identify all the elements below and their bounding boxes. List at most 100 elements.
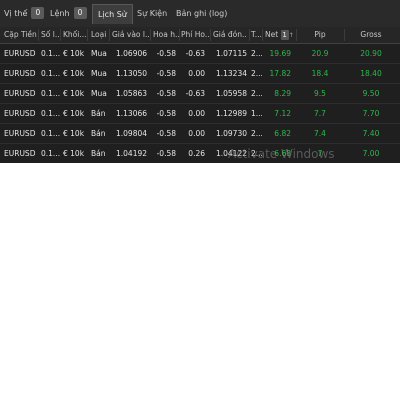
cell-time: 2... (251, 89, 262, 98)
cell-swap: 0.00 (188, 109, 205, 118)
tab-label: Bản ghi (log) (176, 9, 228, 18)
cell-lots: 0.1... (41, 69, 60, 78)
cell-net: 8.29 (274, 89, 291, 98)
cell-pip: 18.4 (311, 69, 329, 78)
column-header-commission[interactable]: Hoa h... (153, 27, 179, 43)
sort-indicator-badge: 1 (280, 30, 289, 40)
cell-close-price: 1.12989 (215, 109, 247, 118)
column-header-entry-price[interactable]: Giá vào l... (112, 27, 149, 43)
cell-gross: 20.90 (360, 49, 382, 58)
tab-bar: Vị thế 0 Lệnh 0 Lịch Sử Sự Kiện Bản ghi (l… (0, 0, 400, 28)
cell-entry-price: 1.04192 (116, 149, 147, 158)
cell-pip: 7.7 (314, 109, 326, 118)
tab-orders[interactable]: Lệnh 0 (50, 4, 87, 23)
cell-symbol: EURUSD (4, 89, 36, 98)
cell-type: Mua (91, 49, 107, 58)
cell-swap: -0.63 (185, 89, 205, 98)
cell-lots: 0.1... (41, 89, 60, 98)
table-row[interactable]: EURUSD 0.1... € 10k Bán 1.04192 -0.58 0.26 1.04… (0, 144, 400, 163)
column-header-time[interactable]: T... (251, 27, 262, 43)
cell-volume: € 10k (63, 149, 85, 158)
cell-gross: 18.40 (360, 69, 382, 78)
tab-log[interactable]: Bản ghi (log) (176, 4, 227, 23)
tab-history[interactable]: Lịch Sử (92, 4, 133, 24)
column-header-pip[interactable]: Pip (300, 27, 340, 43)
cell-commission: -0.58 (156, 149, 176, 158)
cell-type: Bán (91, 109, 106, 118)
cell-pip: 9.5 (314, 89, 326, 98)
cell-net: 19.69 (269, 49, 291, 58)
column-header-close-price[interactable]: Giá đón... (213, 27, 247, 43)
cell-pip: 7.4 (314, 129, 326, 138)
cell-swap: 0.00 (188, 69, 205, 78)
cell-commission: -0.58 (156, 49, 176, 58)
cell-net: 17.82 (269, 69, 291, 78)
table-row[interactable]: EURUSD 0.1... € 10k Bán 1.09804 -0.58 0.00 1.09… (0, 124, 400, 144)
cell-type: Mua (91, 69, 107, 78)
table-row[interactable]: EURUSD 0.1... € 10k Mua 1.06906 -0.58 -0.63 1.0… (0, 44, 400, 64)
column-header-symbol[interactable]: Cặp Tiền (4, 27, 39, 43)
table-row[interactable]: EURUSD 0.1... € 10k Mua 1.05863 -0.58 -0.63 1.0… (0, 84, 400, 104)
cell-symbol: EURUSD (4, 109, 36, 118)
column-header-gross[interactable]: Gross (346, 27, 396, 43)
cell-lots: 0.1... (41, 129, 60, 138)
cell-type: Mua (91, 89, 107, 98)
cell-gross: 7.70 (362, 109, 380, 118)
tab-label: Lệnh (50, 9, 70, 18)
cell-lots: 0.1... (41, 149, 60, 158)
tab-label: Lịch Sử (98, 10, 127, 19)
cell-type: Bán (91, 129, 106, 138)
cell-time: 1... (251, 109, 262, 118)
net-label: Net (265, 30, 279, 39)
column-header-type[interactable]: Loại (91, 27, 109, 43)
tab-label: Sự Kiện (137, 9, 168, 18)
cell-volume: € 10k (63, 129, 85, 138)
cell-volume: € 10k (63, 89, 85, 98)
trade-history-panel: Vị thế 0 Lệnh 0 Lịch Sử Sự Kiện Bản ghi (l… (0, 0, 400, 163)
table-header: Cặp Tiền Số l... Khối... Loại Giá vào l.… (0, 27, 400, 44)
table-row[interactable]: EURUSD 0.1... € 10k Bán 1.13066 -0.58 0.00 1.12… (0, 104, 400, 124)
cell-volume: € 10k (63, 49, 85, 58)
column-header-swap[interactable]: Phí Ho... (181, 27, 210, 43)
cell-type: Bán (91, 149, 106, 158)
cell-entry-price: 1.09804 (116, 129, 147, 138)
cell-net: 7.12 (274, 109, 291, 118)
windows-activation-watermark: Activate Windows (228, 147, 335, 161)
sort-arrow-icon: ↑ (288, 32, 294, 39)
column-header-volume[interactable]: Khối... (63, 27, 86, 43)
cell-close-price: 1.07115 (215, 49, 247, 58)
cell-time: 2... (251, 49, 262, 58)
column-header-net[interactable]: Net 1 ↑ (265, 27, 295, 43)
cell-entry-price: 1.06906 (116, 49, 147, 58)
cell-lots: 0.1... (41, 49, 60, 58)
cell-commission: -0.58 (156, 69, 176, 78)
cell-volume: € 10k (63, 109, 85, 118)
column-header-lots[interactable]: Số l... (41, 27, 60, 43)
cell-commission: -0.58 (156, 89, 176, 98)
cell-symbol: EURUSD (4, 69, 36, 78)
cell-close-price: 1.13234 (215, 69, 247, 78)
cell-time: 2... (251, 129, 262, 138)
cell-gross: 7.00 (362, 149, 380, 158)
cell-symbol: EURUSD (4, 149, 36, 158)
tab-events[interactable]: Sự Kiện (137, 4, 167, 23)
cell-net: 6.82 (274, 129, 291, 138)
tab-positions[interactable]: Vị thế 0 (4, 4, 45, 23)
cell-swap: 0.00 (188, 129, 205, 138)
cell-gross: 7.40 (362, 129, 380, 138)
positions-count-badge: 0 (31, 7, 45, 19)
tab-label: Vị thế (4, 9, 28, 18)
cell-time: 2... (251, 69, 262, 78)
cell-gross: 9.50 (362, 89, 380, 98)
cell-symbol: EURUSD (4, 49, 36, 58)
cell-close-price: 1.09730 (215, 129, 247, 138)
cell-entry-price: 1.05863 (116, 89, 147, 98)
cell-volume: € 10k (63, 69, 85, 78)
cell-commission: -0.58 (156, 109, 176, 118)
cell-lots: 0.1... (41, 109, 60, 118)
cell-swap: -0.63 (185, 49, 205, 58)
cell-commission: -0.58 (156, 129, 176, 138)
cell-swap: 0.26 (188, 149, 205, 158)
table-row[interactable]: EURUSD 0.1... € 10k Mua 1.13050 -0.58 0.00 1.13… (0, 64, 400, 84)
cell-close-price: 1.05958 (215, 89, 247, 98)
